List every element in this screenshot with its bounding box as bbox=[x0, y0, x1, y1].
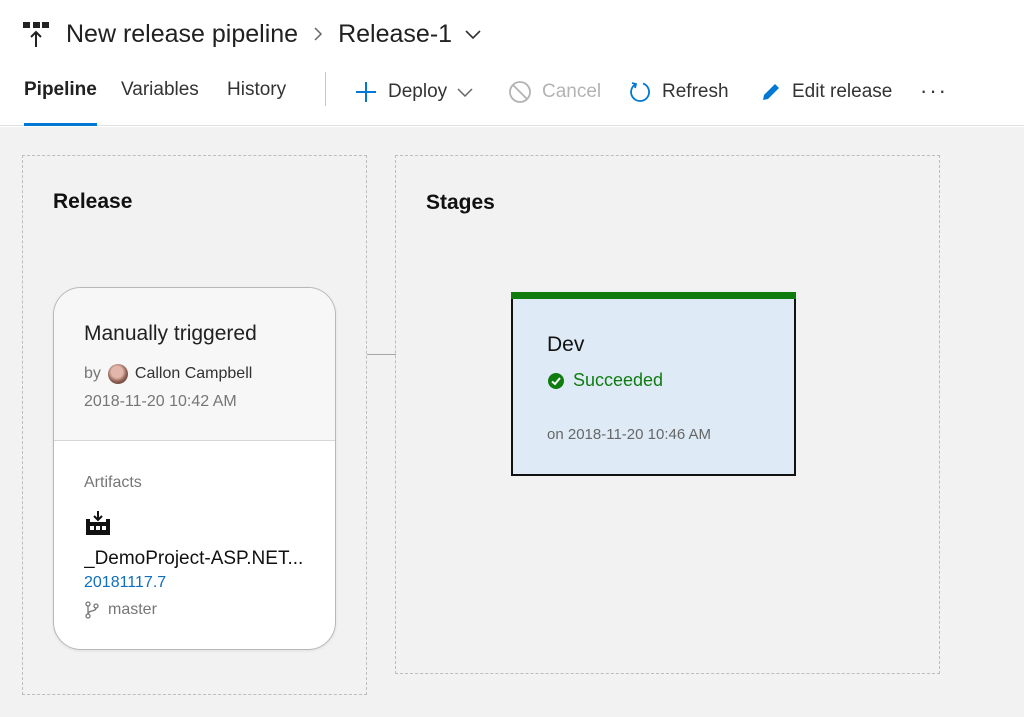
artifact-name[interactable]: _DemoProject-ASP.NET... bbox=[84, 548, 324, 570]
deploy-label: Deploy bbox=[388, 81, 448, 102]
branch: master bbox=[84, 601, 157, 619]
plus-icon bbox=[356, 82, 376, 102]
toolbar: Pipeline Variables History Deploy Cancel bbox=[0, 72, 1024, 126]
chevron-down-icon bbox=[457, 88, 473, 97]
stage-status-text: Succeeded bbox=[573, 370, 664, 390]
cancel-button[interactable]: Cancel bbox=[508, 78, 601, 106]
title-row: New release pipeline Release-1 bbox=[22, 14, 482, 54]
release-panel-title: Release bbox=[53, 190, 133, 213]
toolbar-divider bbox=[325, 72, 326, 106]
user-name: Callon Campbell bbox=[134, 365, 253, 382]
cancel-label: Cancel bbox=[542, 81, 602, 102]
by-prefix: by bbox=[84, 365, 101, 382]
pipeline-name[interactable]: New release pipeline bbox=[66, 20, 298, 49]
edit-release-label: Edit release bbox=[792, 81, 893, 102]
build-number-link[interactable]: 20181117.7 bbox=[84, 574, 166, 592]
artifacts-label: Artifacts bbox=[84, 474, 142, 491]
pipeline-canvas: Release Stages Manually triggered by Cal… bbox=[0, 127, 1024, 717]
branch-name: master bbox=[108, 601, 157, 618]
release-card[interactable]: Manually triggered by Callon Campbell 20… bbox=[53, 287, 336, 650]
pencil-icon bbox=[763, 84, 779, 100]
deploy-button[interactable]: Deploy bbox=[354, 78, 483, 106]
stage-status-bar bbox=[511, 292, 796, 299]
stage-name: Dev bbox=[547, 333, 585, 356]
build-artifact-icon bbox=[84, 510, 112, 541]
tab-history[interactable]: History bbox=[227, 72, 286, 126]
stage-card-dev[interactable]: Dev Succeeded on 2018-11-20 10:46 AM bbox=[511, 292, 796, 476]
breadcrumb-chevron-icon bbox=[314, 27, 323, 41]
release-pipeline-icon bbox=[22, 19, 50, 49]
check-circle-icon bbox=[548, 372, 564, 389]
stages-panel-title: Stages bbox=[426, 191, 495, 214]
refresh-button[interactable]: Refresh bbox=[628, 78, 729, 106]
release-trigger-section: Manually triggered by Callon Campbell 20… bbox=[54, 288, 335, 441]
trigger-text: Manually triggered bbox=[84, 322, 257, 345]
release-name[interactable]: Release-1 bbox=[338, 20, 452, 49]
branch-icon bbox=[85, 601, 99, 619]
refresh-icon bbox=[630, 82, 650, 102]
tab-pipeline[interactable]: Pipeline bbox=[24, 72, 97, 126]
refresh-label: Refresh bbox=[662, 81, 729, 102]
tab-variables[interactable]: Variables bbox=[121, 72, 199, 126]
trigger-date: 2018-11-20 10:42 AM bbox=[84, 393, 237, 410]
triggered-by: by Callon Campbell bbox=[84, 364, 252, 384]
avatar bbox=[107, 364, 128, 384]
pipeline-connector bbox=[367, 354, 396, 355]
cancel-icon bbox=[509, 81, 531, 103]
chevron-down-icon[interactable] bbox=[464, 28, 482, 40]
stage-date: on 2018-11-20 10:46 AM bbox=[547, 426, 712, 443]
header: New release pipeline Release-1 Pipeline … bbox=[0, 0, 1024, 126]
more-options-icon[interactable]: ··· bbox=[920, 78, 948, 104]
edit-release-button[interactable]: Edit release bbox=[760, 78, 892, 106]
stage-status: Succeeded bbox=[547, 370, 663, 391]
